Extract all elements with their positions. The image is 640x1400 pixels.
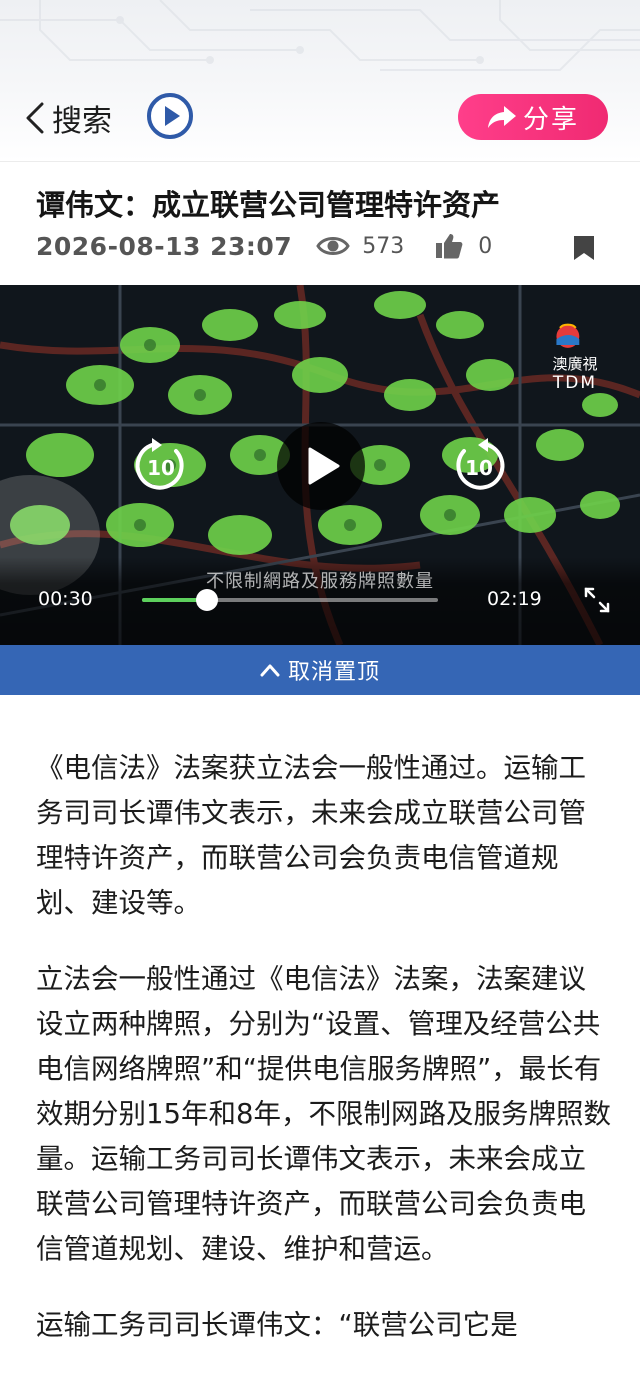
view-count: 573 (362, 233, 405, 259)
article-paragraph: 《电信法》法案获立法会一般性通过。运输工务司司长谭伟文表示，未来会成立联营公司管… (36, 752, 586, 919)
play-icon (308, 447, 340, 485)
rewind-10-icon[interactable]: 10 (132, 435, 190, 495)
eye-icon (316, 237, 350, 255)
video-player[interactable]: 澳廣視 TDM 不限制網路及服務牌照數量 10 10 00:30 02:19 (0, 285, 640, 645)
thumbs-up-icon[interactable] (434, 231, 464, 261)
back-label: 搜索 (52, 104, 112, 139)
video-subtitle: 不限制網路及服務牌照數量 (206, 571, 434, 592)
share-arrow-icon (487, 106, 516, 128)
forward-10-icon[interactable]: 10 (450, 435, 508, 495)
circuit-pattern-decoration (0, 0, 640, 71)
tdm-logo-mark (556, 323, 580, 348)
unpin-button[interactable]: 取消置顶 (0, 645, 640, 695)
bookmark-icon[interactable] (572, 234, 596, 262)
article-paragraph: 立法会一般性通过《电信法》法案，法案建议设立两种牌照，分别为“设置、管理及经营公… (36, 963, 611, 1265)
tdm-logo: 澳廣視 TDM (540, 315, 610, 395)
unpin-label: 取消置顶 (287, 660, 380, 685)
back-button[interactable]: 搜索 (22, 96, 112, 140)
tdm-logo-sub: TDM (552, 373, 598, 393)
like-count: 0 (478, 233, 493, 259)
current-time: 00:30 (38, 588, 93, 610)
video-play-button[interactable] (277, 422, 365, 510)
chevron-left-icon (26, 102, 44, 134)
article-body: 《电信法》法案获立法会一般性通过。运输工务司司长谭伟文表示，未来会成立联营公司管… (36, 746, 611, 1379)
forward-seconds: 10 (465, 456, 493, 480)
rewind-seconds: 10 (147, 456, 175, 480)
chevron-up-icon (260, 664, 280, 677)
progress-knob[interactable] (196, 589, 219, 611)
progress-slider[interactable] (142, 589, 438, 611)
share-button[interactable]: 分享 (458, 94, 608, 140)
article-meta: 2026-08-13 23:07 573 0 (36, 228, 606, 264)
fullscreen-icon[interactable] (583, 586, 611, 614)
share-label: 分享 (522, 104, 579, 135)
article-title: 谭伟文：成立联营公司管理特许资产 (36, 188, 501, 222)
play-circle-icon[interactable] (146, 92, 194, 140)
top-bar: 搜索 分享 (0, 0, 640, 162)
article-paragraph: 运输工务司司长谭伟文：“联营公司它是 (36, 1309, 518, 1341)
publish-date: 2026-08-13 23:07 (36, 231, 293, 261)
total-time: 02:19 (487, 588, 542, 610)
tdm-logo-text: 澳廣視 (552, 355, 598, 373)
